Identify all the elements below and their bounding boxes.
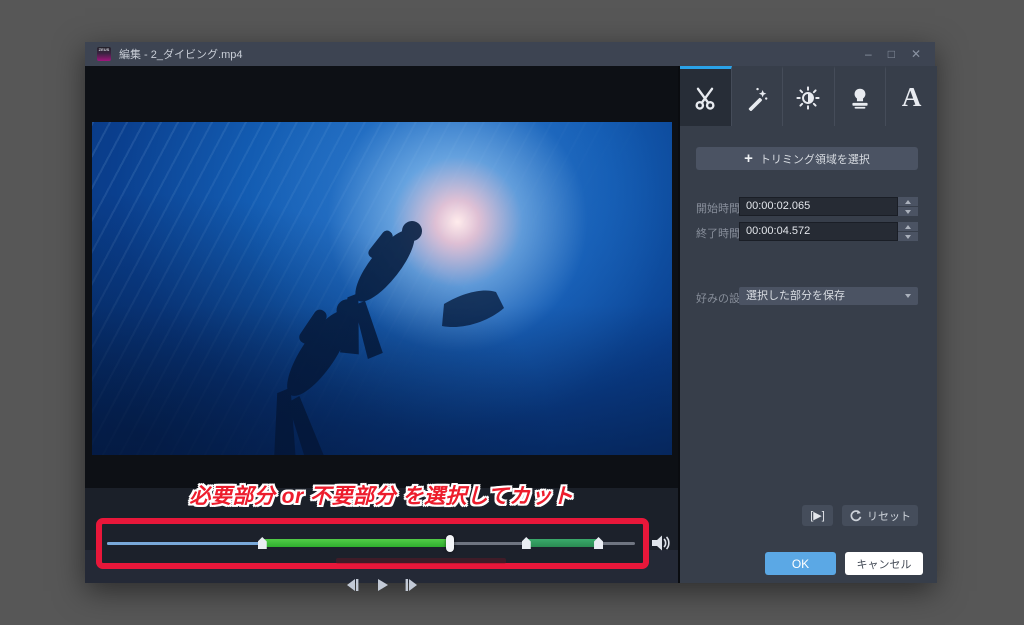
preference-value: 選択した部分を保存 (746, 290, 845, 302)
next-frame-button[interactable] (404, 577, 420, 593)
title-bar[interactable]: ZEUS 編集 - 2_ダイビング.mp4 – □ ✕ (85, 42, 935, 66)
minimize-button[interactable]: – (865, 48, 872, 60)
start-time-label: 開始時間: (696, 200, 743, 216)
reset-icon (849, 509, 862, 522)
cancel-button[interactable]: キャンセル (845, 552, 923, 575)
chevron-up-icon (905, 225, 911, 229)
edit-panel: A + トリミング領域を選択 開始時間: 00:00:02.065 終了時間: … (678, 66, 937, 583)
tab-adjust[interactable] (783, 66, 835, 126)
volume-icon[interactable] (651, 534, 671, 552)
desktop: ZEUS 編集 - 2_ダイビング.mp4 – □ ✕ (0, 0, 1024, 625)
start-time-input[interactable]: 00:00:02.065 (739, 197, 898, 216)
ok-button[interactable]: OK (765, 552, 836, 575)
depth-shading (92, 122, 672, 455)
previous-frame-button[interactable] (344, 577, 360, 593)
chevron-down-icon (905, 235, 911, 239)
ok-label: OK (792, 557, 809, 571)
end-time-spin-up[interactable] (898, 222, 918, 231)
preview-segment-button[interactable]: [▶] (802, 505, 833, 526)
transport-controls (85, 577, 678, 593)
stamp-icon (847, 85, 873, 111)
preview-segment-label: [▶] (810, 509, 825, 522)
reset-label: リセット (867, 508, 911, 524)
end-time-input[interactable]: 00:00:04.572 (739, 222, 898, 241)
start-time-spinner (898, 197, 918, 216)
maximize-button[interactable]: □ (888, 48, 895, 60)
play-button[interactable] (374, 577, 390, 593)
reset-button[interactable]: リセット (842, 505, 918, 526)
app-icon: ZEUS (97, 47, 111, 61)
tab-text[interactable]: A (886, 66, 937, 126)
plus-icon: + (744, 151, 753, 166)
text-tool-icon: A (902, 84, 922, 111)
start-time-spin-up[interactable] (898, 197, 918, 206)
close-button[interactable]: ✕ (911, 48, 921, 60)
tab-effects[interactable] (732, 66, 784, 126)
scissors-icon (692, 85, 718, 111)
tab-cut[interactable] (680, 66, 732, 126)
annotation-caption: 必要部分 or 不要部分 を選択してカット (85, 480, 678, 510)
viewer-area: 必要部分 or 不要部分 を選択してカット (85, 66, 678, 583)
edit-window: ZEUS 編集 - 2_ダイビング.mp4 – □ ✕ (85, 42, 935, 583)
select-trim-area-button[interactable]: + トリミング領域を選択 (696, 147, 918, 170)
end-time-spin-down[interactable] (898, 232, 918, 241)
end-time-spinner (898, 222, 918, 241)
preference-dropdown[interactable]: 選択した部分を保存 (739, 287, 918, 305)
start-time-spin-down[interactable] (898, 207, 918, 216)
window-title: 編集 - 2_ダイビング.mp4 (119, 46, 242, 62)
brightness-icon (795, 85, 821, 111)
chevron-down-icon (905, 294, 911, 298)
chevron-up-icon (905, 200, 911, 204)
tool-tabs: A (680, 66, 937, 126)
cancel-label: キャンセル (857, 556, 912, 572)
end-time-label: 終了時間: (696, 225, 743, 241)
select-trim-area-label: トリミング領域を選択 (760, 151, 870, 167)
timeline-caption-obscured (336, 558, 506, 564)
video-preview[interactable] (92, 122, 672, 455)
window-controls: – □ ✕ (865, 48, 935, 60)
magic-wand-icon (744, 85, 770, 111)
tab-watermark[interactable] (835, 66, 887, 126)
chevron-down-icon (905, 210, 911, 214)
